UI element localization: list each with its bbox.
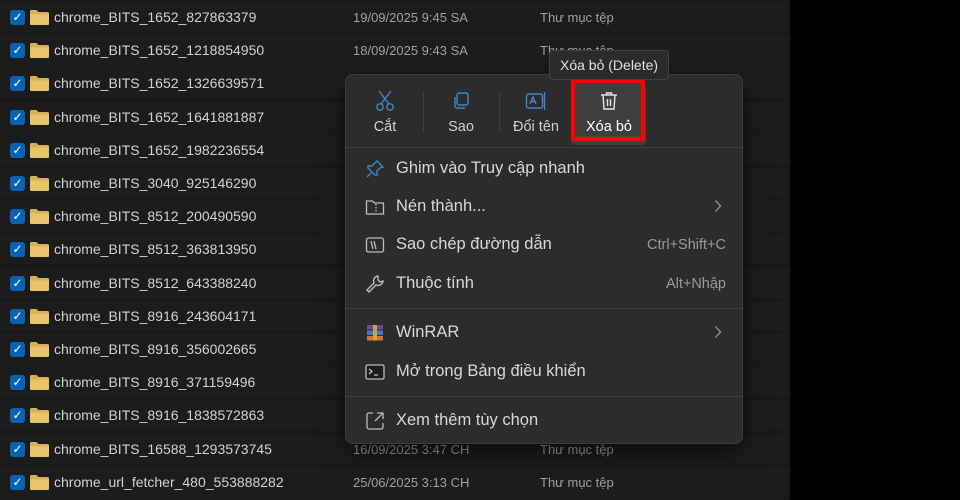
- trash-icon: [572, 89, 646, 113]
- file-row[interactable]: ✓ chrome_url_fetcher_480_553888282 25/06/2…: [0, 467, 790, 497]
- menu-item-shortcut: Alt+Nhập: [665, 276, 726, 292]
- file-name: chrome_BITS_8512_643388240: [54, 275, 257, 291]
- menu-item-label: Xem thêm tùy chọn: [396, 411, 539, 429]
- menu-divider: [346, 147, 742, 148]
- folder-icon: [30, 110, 49, 125]
- folder-icon: [30, 10, 49, 25]
- menu-item-compress[interactable]: Nén thành...: [350, 189, 738, 225]
- winrar-icon: [365, 323, 385, 343]
- menu-item-label: Mở trong Bảng điều khiển: [396, 362, 586, 380]
- menu-item-open-terminal[interactable]: Mở trong Bảng điều khiển: [350, 354, 738, 390]
- menu-divider: [346, 396, 742, 397]
- file-row[interactable]: ✓ chrome_BITS_1652_827863379 19/09/2025 9:…: [0, 2, 790, 32]
- file-name: chrome_BITS_1652_827863379: [54, 9, 257, 25]
- menu-item-label: Ghim vào Truy cập nhanh: [396, 159, 585, 177]
- row-checkbox[interactable]: ✓: [10, 110, 25, 125]
- menu-item-winrar[interactable]: WinRAR: [350, 315, 738, 351]
- file-name: chrome_BITS_3040_925146290: [54, 175, 257, 191]
- menu-item-label: Sao chép đường dẫn: [396, 235, 552, 253]
- rename-button[interactable]: Đổi tên: [499, 83, 573, 145]
- scissors-icon: [348, 89, 422, 113]
- menu-item-show-more-options[interactable]: Xem thêm tùy chọn: [350, 403, 738, 439]
- file-name: chrome_BITS_8916_1838572863: [54, 407, 265, 423]
- file-date-modified: 25/06/2025 3:13 CH: [353, 475, 470, 490]
- copy-icon: [424, 89, 498, 113]
- menu-item-properties[interactable]: Thuộc tính Alt+Nhập: [350, 266, 738, 302]
- folder-icon: [30, 408, 49, 423]
- menu-item-copy-path[interactable]: Sao chép đường dẫn Ctrl+Shift+C: [350, 227, 738, 263]
- copy-button[interactable]: Sao: [424, 83, 498, 145]
- menu-item-label: Nén thành...: [396, 197, 486, 215]
- copy-label: Sao: [448, 119, 474, 135]
- chevron-right-icon: [715, 200, 722, 212]
- row-checkbox[interactable]: ✓: [10, 76, 25, 91]
- file-date-modified: 19/09/2025 9:45 SA: [353, 10, 468, 25]
- folder-icon: [30, 309, 49, 324]
- file-name: chrome_BITS_1652_1218854950: [54, 42, 265, 58]
- file-type: Thư mục tệp: [540, 475, 614, 490]
- file-type: Thư mục tệp: [540, 10, 614, 25]
- row-checkbox[interactable]: ✓: [10, 242, 25, 257]
- cut-button[interactable]: Cắt: [348, 83, 422, 145]
- folder-icon: [30, 176, 49, 191]
- file-name: chrome_BITS_8512_363813950: [54, 241, 257, 257]
- menu-item-label: Thuộc tính: [396, 274, 474, 292]
- delete-button[interactable]: Xóa bỏ: [572, 83, 646, 145]
- rename-label: Đổi tên: [513, 119, 559, 135]
- file-name: chrome_BITS_8916_371159496: [54, 374, 256, 390]
- file-date-modified: 18/09/2025 9:43 SA: [353, 43, 468, 58]
- folder-icon: [30, 209, 49, 224]
- row-checkbox[interactable]: ✓: [10, 408, 25, 423]
- folder-icon: [30, 242, 49, 257]
- row-checkbox[interactable]: ✓: [10, 276, 25, 291]
- file-name: chrome_BITS_1652_1641881887: [54, 109, 265, 125]
- expand-icon: [365, 411, 385, 431]
- row-checkbox[interactable]: ✓: [10, 375, 25, 390]
- folder-icon: [30, 43, 49, 58]
- row-checkbox[interactable]: ✓: [10, 342, 25, 357]
- file-date-modified: 16/09/2025 3:47 CH: [353, 442, 470, 457]
- file-type: Thư mục tệp: [540, 442, 614, 457]
- file-name: chrome_BITS_1652_1326639571: [54, 75, 265, 91]
- rename-icon: [499, 89, 573, 113]
- row-checkbox[interactable]: ✓: [10, 143, 25, 158]
- menu-item-pin-quick-access[interactable]: Ghim vào Truy cập nhanh: [350, 151, 738, 187]
- row-checkbox[interactable]: ✓: [10, 309, 25, 324]
- menu-item-label: WinRAR: [396, 323, 460, 341]
- cut-label: Cắt: [373, 119, 397, 135]
- context-menu: Cắt Sao Đổi tên Xóa bỏ Ghim vào Truy cập…: [345, 74, 743, 444]
- row-checkbox[interactable]: ✓: [10, 176, 25, 191]
- folder-icon: [30, 442, 49, 457]
- folder-icon: [30, 375, 49, 390]
- row-checkbox[interactable]: ✓: [10, 43, 25, 58]
- row-checkbox[interactable]: ✓: [10, 209, 25, 224]
- menu-divider: [346, 308, 742, 309]
- file-name: chrome_BITS_8916_243604171: [54, 308, 257, 324]
- delete-tooltip: Xóa bỏ (Delete): [549, 50, 670, 80]
- row-checkbox[interactable]: ✓: [10, 442, 25, 457]
- wrench-icon: [365, 274, 385, 294]
- file-name: chrome_BITS_1652_1982236554: [54, 142, 265, 158]
- folder-icon: [30, 143, 49, 158]
- file-row[interactable]: ✓ chrome_BITS_1652_1218854950 18/09/2025 9…: [0, 35, 790, 65]
- row-checkbox[interactable]: ✓: [10, 475, 25, 490]
- terminal-icon: [365, 362, 385, 382]
- row-checkbox[interactable]: ✓: [10, 10, 25, 25]
- delete-label: Xóa bỏ: [586, 119, 632, 135]
- menu-item-shortcut: Ctrl+Shift+C: [647, 237, 726, 253]
- folder-icon: [30, 76, 49, 91]
- file-name: chrome_BITS_8512_200490590: [54, 208, 257, 224]
- file-name: chrome_url_fetcher_480_553888282: [54, 474, 284, 490]
- folder-icon: [30, 475, 49, 490]
- copy-path-icon: [365, 235, 385, 255]
- zip-folder-icon: [365, 197, 385, 217]
- folder-icon: [30, 276, 49, 291]
- file-name: chrome_BITS_8916_356002665: [54, 341, 257, 357]
- chevron-right-icon: [715, 326, 722, 338]
- folder-icon: [30, 342, 49, 357]
- file-name: chrome_BITS_16588_1293573745: [54, 441, 272, 457]
- pin-icon: [365, 159, 385, 179]
